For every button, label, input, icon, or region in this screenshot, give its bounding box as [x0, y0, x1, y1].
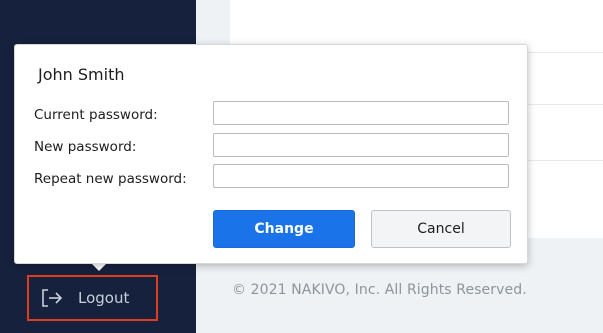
change-button[interactable]: Change [213, 210, 355, 248]
logout-icon [42, 289, 63, 307]
new-password-label: New password: [34, 139, 137, 155]
logout-label: Logout [78, 289, 130, 307]
repeat-password-label: Repeat new password: [34, 171, 187, 187]
copyright-text: © 2021 NAKIVO, Inc. All Rights Reserved. [232, 282, 527, 298]
current-password-input[interactable] [213, 101, 509, 125]
new-password-input[interactable] [213, 133, 509, 157]
user-name: John Smith [38, 65, 125, 84]
repeat-password-input[interactable] [213, 164, 509, 188]
logout-button[interactable]: Logout [27, 275, 158, 321]
cancel-button[interactable]: Cancel [371, 210, 511, 248]
current-password-label: Current password: [34, 107, 158, 123]
change-password-popup: John Smith Current password: New passwor… [14, 44, 528, 264]
